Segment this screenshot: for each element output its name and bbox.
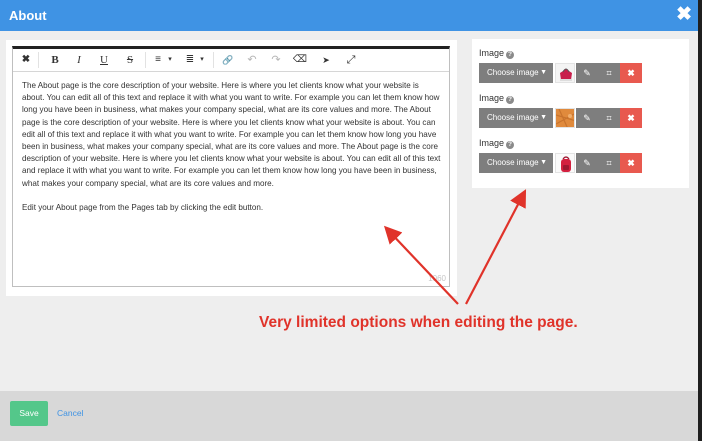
choose-image-label: Choose image [487,113,539,122]
choose-image-label: Choose image [487,68,539,77]
leather-thumbnail-icon [556,109,574,127]
undo-icon[interactable]: ↶ [244,49,260,71]
italic-button[interactable]: I [70,49,88,71]
backpack-thumbnail-icon [556,154,574,172]
strikethrough-button[interactable]: S [121,49,139,71]
editor-content[interactable]: The About page is the core description o… [22,80,442,214]
rich-text-editor: ✖ B I U S ≡ ▾ ≣ ▾ 🔗 ↶ ↷ ⌫ ➤ ⤢ The About … [12,46,450,287]
save-button[interactable]: Save [10,401,48,426]
bag-thumbnail-icon [556,64,574,82]
image-field-label: Image? [479,47,515,59]
about-modal: About ✖ ✖ B I U S ≡ ▾ ≣ ▾ 🔗 ↶ ↷ ⌫ ➤ ⤢ Th… [0,0,702,441]
arrow-to-images [465,189,527,305]
cancel-link[interactable]: Cancel [57,408,83,418]
modal-title: About [9,8,47,23]
delete-image-button[interactable]: ✖ [620,153,642,173]
choose-image-label: Choose image [487,158,539,167]
editor-card: ✖ B I U S ≡ ▾ ≣ ▾ 🔗 ↶ ↷ ⌫ ➤ ⤢ The About … [6,40,457,296]
toolbar-divider [38,52,39,68]
modal-footer: Save Cancel [0,391,702,441]
edit-image-button[interactable]: ✎ [576,108,598,128]
image-field-label: Image? [479,92,515,104]
underline-button[interactable]: U [95,49,113,71]
image-thumbnail [555,63,575,83]
choose-image-button[interactable]: Choose image ▼ [479,63,553,83]
image-thumbnail [555,108,575,128]
redo-icon[interactable]: ↷ [268,49,284,71]
image-field-label: Image? [479,137,515,149]
ordered-list-icon[interactable]: ≡ [151,49,165,71]
chevron-down-icon[interactable]: ▾ [197,49,207,71]
delete-image-button[interactable]: ✖ [620,108,642,128]
unordered-list-icon[interactable]: ≣ [183,49,197,71]
edit-image-button[interactable]: ✎ [576,63,598,83]
eraser-icon[interactable]: ⌫ [292,49,308,71]
chevron-down-icon: ▼ [540,69,547,76]
character-counter: 1060 [428,274,446,283]
choose-image-button[interactable]: Choose image ▼ [479,153,553,173]
image-field: Image? Choose image ▼ ✎ ⌗ ✖ [479,47,642,83]
crop-image-button[interactable]: ⌗ [598,108,620,128]
expand-icon[interactable]: ⤢ [343,49,359,71]
image-label-text: Image [479,48,505,58]
toolbar-divider [145,52,146,68]
crop-image-button[interactable]: ⌗ [598,63,620,83]
image-thumbnail [555,153,575,173]
window-edge [698,0,702,441]
close-icon[interactable]: ✖ [676,5,692,25]
help-icon[interactable]: ? [506,96,515,104]
bold-button[interactable]: B [46,49,64,71]
clear-format-icon[interactable]: ✖ [17,49,35,71]
image-label-text: Image [479,93,505,103]
image-controls: Choose image ▼ ✎ ⌗ ✖ [479,63,642,83]
image-label-text: Image [479,138,505,148]
editor-paragraph: The About page is the core description o… [22,81,441,188]
chevron-down-icon: ▼ [540,159,547,166]
image-controls: Choose image ▼ ✎ ⌗ ✖ [479,153,642,173]
choose-image-button[interactable]: Choose image ▼ [479,108,553,128]
editor-toolbar: ✖ B I U S ≡ ▾ ≣ ▾ 🔗 ↶ ↷ ⌫ ➤ ⤢ [13,49,449,72]
link-icon[interactable]: 🔗 [220,49,236,71]
annotation-text: Very limited options when editing the pa… [259,314,578,331]
toolbar-divider [213,52,214,68]
edit-image-button[interactable]: ✎ [576,153,598,173]
modal-header: About ✖ [0,0,702,31]
pointer-icon[interactable]: ➤ [318,49,334,71]
image-fields-card: Image? Choose image ▼ ✎ ⌗ ✖ Image? Choose… [472,39,689,188]
help-icon[interactable]: ? [506,141,515,149]
image-field: Image? Choose image ▼ ✎ ⌗ ✖ [479,92,642,128]
crop-image-button[interactable]: ⌗ [598,153,620,173]
image-controls: Choose image ▼ ✎ ⌗ ✖ [479,108,642,128]
image-field: Image? Choose image ▼ ✎ ⌗ ✖ [479,137,642,173]
delete-image-button[interactable]: ✖ [620,63,642,83]
chevron-down-icon: ▼ [540,114,547,121]
help-icon[interactable]: ? [506,51,515,59]
editor-paragraph: Edit your About page from the Pages tab … [22,203,264,213]
chevron-down-icon[interactable]: ▾ [165,49,175,71]
